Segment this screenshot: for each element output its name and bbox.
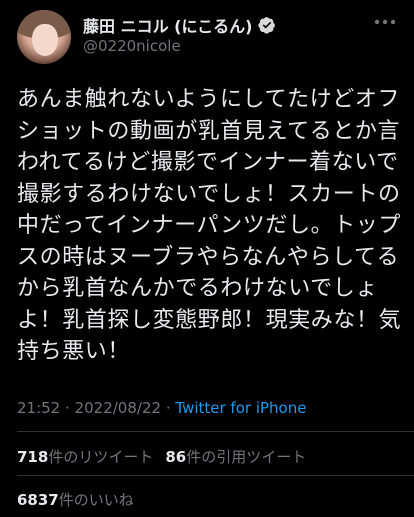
tweet-source-link[interactable]: Twitter for iPhone [175, 399, 306, 417]
user-handle[interactable]: @0220nicole [83, 37, 181, 55]
retweet-label: 件のリツイート [48, 448, 154, 466]
divider [17, 431, 414, 432]
verified-badge-icon [258, 17, 276, 34]
tweet-time: 21:52 [17, 399, 61, 417]
retweet-count: 718 [17, 448, 49, 466]
retweets-stat[interactable]: 718件のリツイート [17, 448, 153, 466]
quotes-stat[interactable]: 86件の引用ツイート [165, 448, 306, 466]
tweet-meta: 21:52 · 2022/08/22 · Twitter for iPhone [17, 399, 306, 417]
like-count: 6837 [17, 491, 59, 509]
tweet-header: 藤田 ニコル (にこるん) @0220nicole [0, 0, 414, 70]
quote-count: 86 [165, 448, 187, 466]
name-row: 藤田 ニコル (にこるん) [83, 14, 276, 36]
like-label: 件のいいね [58, 491, 134, 509]
likes-stat[interactable]: 6837件のいいね [17, 489, 134, 510]
meta-separator: · [165, 399, 171, 417]
tweet-text: あんま触れないようにしてたけどオフショットの動画が乳首見えてるとか言われてるけど… [17, 87, 402, 364]
quote-label: 件の引用ツイート [186, 448, 307, 466]
avatar[interactable] [17, 10, 71, 64]
meta-separator: · [65, 399, 70, 417]
share-stats: 718件のリツイート 86件の引用ツイート [17, 446, 306, 467]
tweet-date[interactable]: 2022/08/22 [75, 399, 161, 417]
more-options-icon[interactable] [372, 12, 398, 32]
display-name[interactable]: 藤田 ニコル (にこるん) [83, 13, 252, 37]
divider [17, 475, 414, 476]
